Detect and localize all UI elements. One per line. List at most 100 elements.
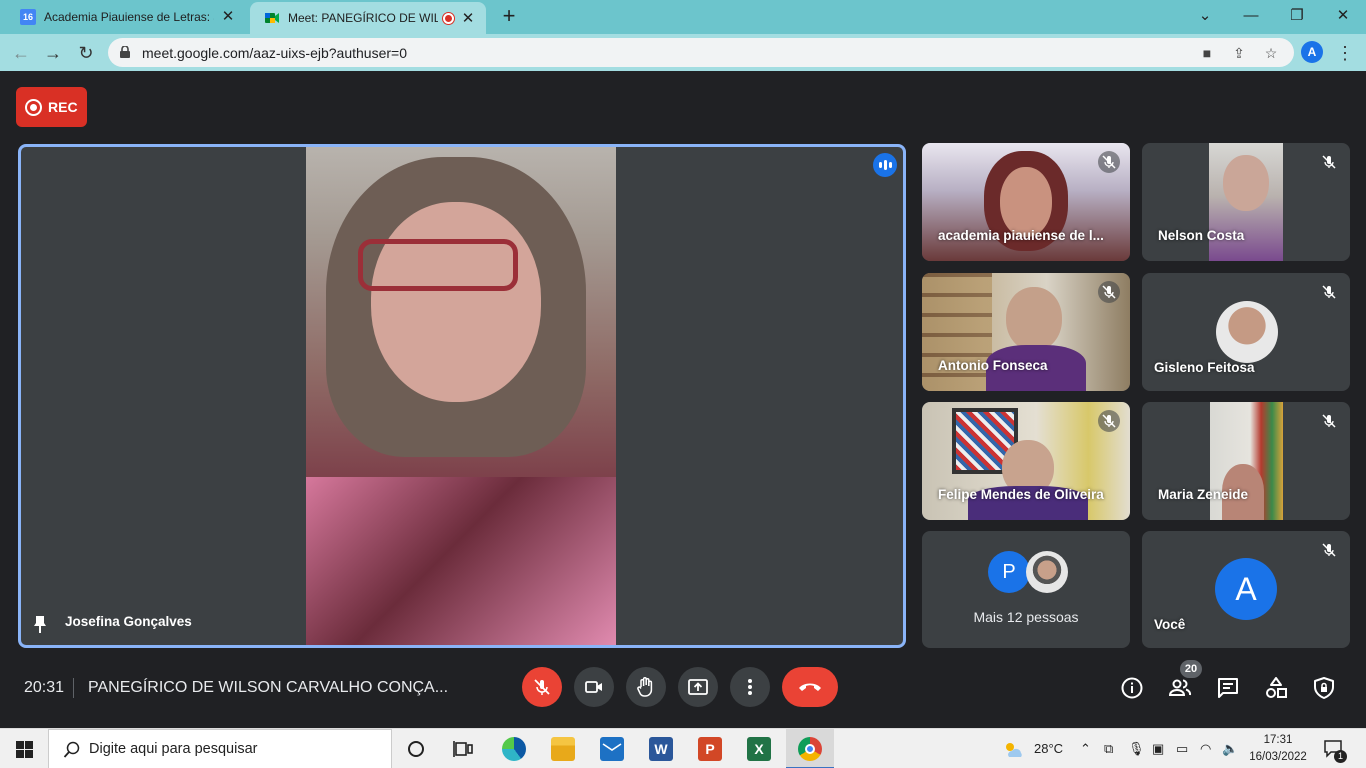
taskbar-search-box[interactable]: Digite aqui para pesquisar [48, 729, 392, 768]
bookmark-star-icon[interactable]: ☆ [1262, 44, 1280, 62]
tab-title: Academia Piauiense de Letras: ag [44, 10, 214, 24]
taskbar-date: 16/03/2022 [1249, 751, 1307, 763]
pin-icon[interactable] [33, 615, 47, 633]
main-speaker-tile[interactable]: Josefina Gonçalves [18, 144, 906, 648]
file-explorer-icon[interactable] [551, 737, 575, 761]
reload-icon[interactable]: ↻ [75, 42, 97, 64]
participant-tile[interactable]: Gisleno Feitosa [1142, 273, 1350, 391]
new-tab-button[interactable]: + [498, 5, 520, 28]
participant-name: Nelson Costa [1158, 228, 1245, 243]
participant-tile[interactable]: Nelson Costa [1142, 143, 1350, 261]
participant-avatar [1216, 301, 1278, 363]
powerpoint-icon[interactable]: P [698, 737, 722, 761]
chrome-icon [798, 737, 822, 761]
chat-icon[interactable] [1216, 676, 1240, 700]
tab-search-chevron-icon[interactable]: ⌄ [1192, 4, 1218, 28]
chrome-taskbar-item[interactable] [786, 729, 834, 768]
participant-name: Felipe Mendes de Oliveira [938, 487, 1104, 502]
mic-off-icon [1318, 410, 1340, 432]
participant-name: Gisleno Feitosa [1154, 360, 1255, 375]
participant-avatar: P [988, 551, 1030, 593]
address-bar-row: ← → ↻ meet.google.com/aaz-uixs-ejb?authu… [0, 34, 1366, 71]
excel-icon[interactable]: X [747, 737, 771, 761]
tab-title: Meet: PANEGÍRICO DE WILSC [288, 11, 438, 25]
hang-up-icon [799, 683, 821, 691]
speaking-indicator-icon [873, 153, 897, 177]
mic-off-icon [1318, 539, 1340, 561]
participant-name: Maria Zeneide [1158, 487, 1249, 502]
participant-tile[interactable]: academia piauiense de l... [922, 143, 1130, 261]
self-tile[interactable]: A Você [1142, 531, 1350, 648]
camera-tray-icon[interactable]: ▣ [1152, 741, 1164, 757]
meeting-info-icon[interactable] [1120, 676, 1144, 700]
recording-dot-icon [443, 13, 454, 24]
browser-tab-meet[interactable]: Meet: PANEGÍRICO DE WILSC ✕ [250, 2, 486, 34]
forward-arrow-icon[interactable]: → [42, 42, 64, 64]
search-icon [63, 741, 80, 758]
main-speaker-video [306, 147, 616, 645]
microphone-icon[interactable]: 🎙 [1128, 741, 1145, 757]
hand-icon [637, 677, 653, 697]
mic-off-icon [534, 679, 550, 695]
record-icon [25, 98, 42, 116]
main-speaker-name: Josefina Gonçalves [65, 614, 192, 629]
calendar-favicon-icon: 16 [20, 9, 36, 25]
present-screen-button[interactable] [678, 667, 718, 707]
volume-icon[interactable]: 🔈 [1222, 741, 1238, 757]
recording-badge[interactable]: REC [16, 87, 87, 127]
close-window-button[interactable]: ✕ [1330, 4, 1356, 28]
participant-avatar [1026, 551, 1068, 593]
mail-icon[interactable] [600, 737, 624, 761]
taskbar-clock[interactable]: 17:31 16/03/2022 [1248, 732, 1308, 766]
close-tab-icon[interactable]: ✕ [220, 9, 236, 25]
restore-button[interactable]: ❐ [1284, 4, 1310, 28]
mic-toggle-button[interactable] [522, 667, 562, 707]
raise-hand-button[interactable] [626, 667, 666, 707]
divider [73, 678, 74, 698]
more-participants-tile[interactable]: P Mais 12 pessoas [922, 531, 1130, 648]
self-avatar: A [1215, 558, 1277, 620]
participant-count-badge: 20 [1180, 660, 1202, 678]
edge-icon[interactable] [502, 737, 526, 761]
profile-avatar[interactable]: A [1301, 41, 1323, 63]
participant-tile[interactable]: Maria Zeneide [1142, 402, 1350, 520]
participant-tile[interactable]: Antonio Fonseca [922, 273, 1130, 391]
weather-icon[interactable] [1002, 739, 1024, 759]
cortana-icon[interactable] [404, 737, 428, 761]
task-view-icon[interactable] [452, 737, 476, 761]
host-controls-icon[interactable] [1312, 676, 1336, 700]
back-arrow-icon[interactable]: ← [10, 42, 32, 64]
omnibox[interactable]: meet.google.com/aaz-uixs-ejb?authuser=0 … [108, 38, 1294, 67]
notification-count-badge: 1 [1334, 750, 1347, 763]
wifi-icon[interactable]: ◠ [1200, 741, 1211, 757]
browser-menu-icon[interactable]: ⋮ [1336, 42, 1354, 64]
rec-label: REC [48, 99, 78, 115]
meet-now-icon[interactable]: ⧉ [1104, 741, 1113, 757]
camera-in-use-icon[interactable]: ■ [1198, 44, 1216, 62]
activities-icon[interactable] [1264, 676, 1288, 700]
close-tab-icon[interactable]: ✕ [460, 11, 476, 27]
leave-call-button[interactable] [782, 667, 838, 707]
lock-icon [120, 46, 130, 58]
word-icon[interactable]: W [649, 737, 673, 761]
taskbar-time: 17:31 [1263, 734, 1293, 746]
meeting-control-bar: 20:31 PANEGÍRICO DE WILSON CARVALHO CONÇ… [0, 660, 1366, 728]
mic-off-icon [1318, 281, 1340, 303]
mic-off-icon [1098, 410, 1120, 432]
present-icon [688, 679, 708, 695]
participant-name: academia piauiense de l... [938, 228, 1104, 243]
meeting-clock: 20:31 [24, 679, 65, 696]
camera-toggle-button[interactable] [574, 667, 614, 707]
share-icon[interactable]: ⇪ [1230, 44, 1248, 62]
more-options-button[interactable] [730, 667, 770, 707]
show-hidden-icons-icon[interactable]: ⌃ [1080, 741, 1091, 757]
battery-icon[interactable]: ▭ [1176, 741, 1188, 757]
minimize-button[interactable]: — [1238, 4, 1264, 28]
url-text: meet.google.com/aaz-uixs-ejb?authuser=0 [142, 45, 407, 61]
browser-tab-academia[interactable]: 16 Academia Piauiense de Letras: ag ✕ [6, 0, 246, 34]
mic-off-icon [1098, 281, 1120, 303]
participant-tile[interactable]: Felipe Mendes de Oliveira [922, 402, 1130, 520]
people-icon[interactable] [1168, 676, 1192, 700]
windows-start-icon[interactable] [16, 741, 33, 758]
self-name: Você [1154, 617, 1186, 632]
